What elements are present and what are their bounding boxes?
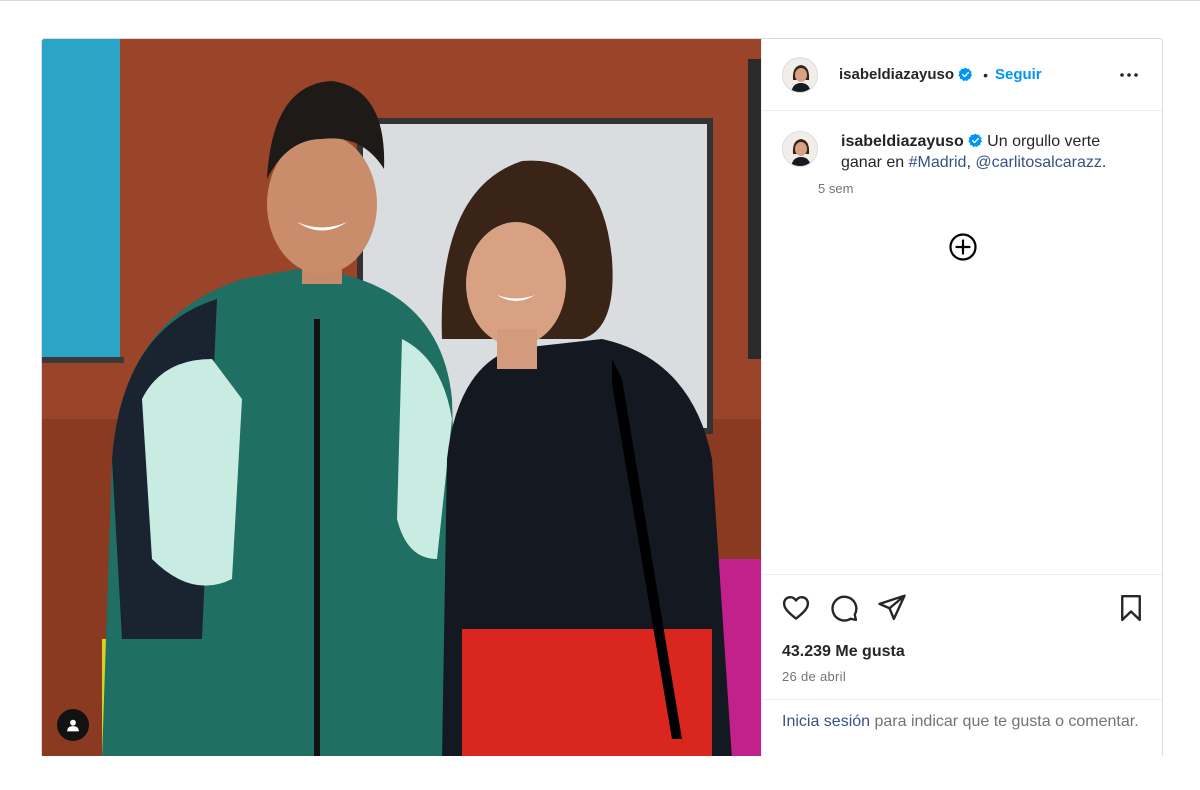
caption-period: . [1101,154,1107,171]
caption-verified-badge-icon [968,133,982,148]
caption-avatar-image [783,132,817,166]
follow-button[interactable]: Seguir [995,66,1042,83]
post-photo-image [42,39,761,756]
verified-badge-icon [958,67,973,82]
share-icon[interactable] [877,592,907,622]
login-prompt-text: para indicar que te gusta o comentar. [874,713,1139,730]
caption-comment: isabeldiazayuso Un orgullo verte ganar e… [762,111,1162,196]
heart-icon[interactable] [781,593,811,623]
comment-icon[interactable] [829,593,859,623]
user-tag-button[interactable] [57,709,89,741]
caption-avatar[interactable] [782,131,818,167]
more-options-icon[interactable] [1117,63,1141,87]
mention-link[interactable]: @carlitosalcarazz [975,154,1102,171]
top-divider [0,0,1200,1]
avatar-image [783,57,817,92]
caption-timestamp: 5 sem [818,181,854,196]
user-tag-icon [67,719,79,732]
post-photo[interactable] [42,39,761,756]
bookmark-icon[interactable] [1116,593,1146,623]
post-date[interactable]: 26 de abril [782,669,846,684]
caption-comma: , [966,154,971,171]
action-bar: 43.239 Me gusta 26 de abril [762,574,1162,699]
caption-text: isabeldiazayuso Un orgullo verte ganar e… [841,131,1141,173]
likes-count[interactable]: 43.239 Me gusta [782,643,905,661]
hashtag-link[interactable]: #Madrid [909,154,967,171]
post-sidebar: isabeldiazayuso • Seguir isabeldiazayuso… [761,39,1162,756]
caption-body: isabeldiazayuso Un orgullo verte ganar e… [818,131,1141,196]
add-circle-icon[interactable] [948,232,978,262]
post-header: isabeldiazayuso • Seguir [762,39,1162,111]
caption-username[interactable]: isabeldiazayuso [841,133,964,150]
post-card: isabeldiazayuso • Seguir isabeldiazayuso… [41,38,1163,756]
avatar[interactable] [782,56,818,93]
login-prompt: Inicia sesión para indicar que te gusta … [762,699,1162,733]
separator-dot: • [983,66,988,83]
username-link[interactable]: isabeldiazayuso [839,66,954,83]
login-link[interactable]: Inicia sesión [782,713,870,730]
